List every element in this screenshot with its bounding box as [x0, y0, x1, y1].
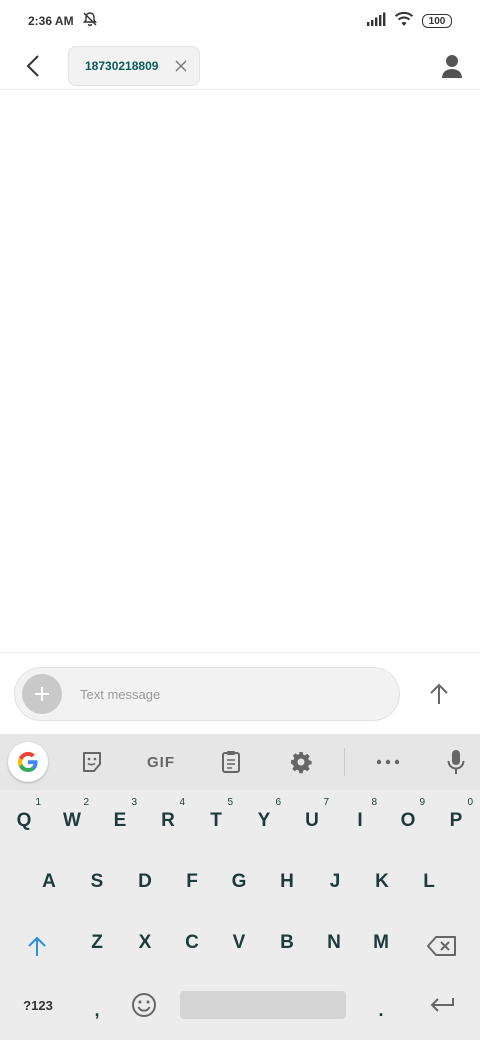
- key-q[interactable]: 1Q: [1, 794, 47, 846]
- status-time: 2:36 AM: [28, 14, 74, 28]
- comma-key[interactable]: ,: [74, 984, 120, 1036]
- attach-button[interactable]: [22, 674, 62, 714]
- backspace-icon: [427, 936, 456, 956]
- conversation-area: [0, 91, 480, 652]
- status-right: 100: [366, 11, 452, 32]
- key-j[interactable]: J: [312, 856, 358, 908]
- symbols-key[interactable]: ?123: [14, 979, 62, 1031]
- key-m[interactable]: M: [358, 917, 404, 969]
- key-s[interactable]: S: [74, 856, 120, 908]
- backspace-key[interactable]: [418, 920, 466, 972]
- key-n[interactable]: N: [311, 917, 357, 969]
- gif-button[interactable]: GIF: [136, 742, 186, 782]
- key-row-2: A S D F G H J K L: [0, 856, 480, 914]
- spacebar[interactable]: [180, 991, 346, 1019]
- key-t[interactable]: 5T: [193, 794, 239, 846]
- key-l[interactable]: L: [406, 856, 452, 908]
- key-row-1: 1Q 2W 3E 4R 5T 6Y 7U 8I 9O 0P: [0, 794, 480, 852]
- key-k[interactable]: K: [359, 856, 405, 908]
- key-row-3: Z X C V B N M: [0, 917, 480, 975]
- wifi-icon: [394, 11, 414, 32]
- person-icon: [442, 54, 462, 78]
- key-i[interactable]: 8I: [337, 794, 383, 846]
- clipboard-icon: [222, 751, 240, 773]
- key-b[interactable]: B: [264, 917, 310, 969]
- close-icon: [175, 60, 187, 71]
- more-horizontal-icon: [376, 759, 400, 765]
- app-header: 18730218809: [0, 42, 480, 90]
- key-w[interactable]: 2W: [49, 794, 95, 846]
- emoji-key[interactable]: [121, 979, 167, 1031]
- compose-box: [14, 667, 400, 721]
- google-search-button[interactable]: [8, 742, 48, 782]
- key-r[interactable]: 4R: [145, 794, 191, 846]
- key-g[interactable]: G: [216, 856, 262, 908]
- emoji-icon: [132, 993, 156, 1017]
- enter-icon: [430, 998, 454, 1012]
- google-icon: [17, 751, 38, 773]
- shift-key[interactable]: [14, 920, 60, 972]
- remove-recipient-button[interactable]: [171, 56, 191, 76]
- key-d[interactable]: D: [122, 856, 168, 908]
- plus-icon: [35, 687, 49, 701]
- key-h[interactable]: H: [264, 856, 310, 908]
- key-f[interactable]: F: [169, 856, 215, 908]
- recipient-number: 18730218809: [85, 58, 159, 73]
- sticker-button[interactable]: [72, 742, 112, 782]
- back-arrow-icon: [26, 54, 39, 77]
- key-o[interactable]: 9O: [385, 794, 431, 846]
- compose-bar: [0, 652, 480, 734]
- more-options-button[interactable]: [368, 742, 408, 782]
- status-left: 2:36 AM: [28, 11, 98, 32]
- key-v[interactable]: V: [216, 917, 262, 969]
- key-x[interactable]: X: [122, 917, 168, 969]
- notifications-off-icon: [82, 11, 98, 32]
- key-y[interactable]: 6Y: [241, 794, 287, 846]
- status-bar: 2:36 AM 100: [0, 0, 480, 42]
- microphone-icon: [447, 750, 465, 774]
- key-p[interactable]: 0P: [433, 794, 479, 846]
- keyboard-settings-button[interactable]: [281, 742, 321, 782]
- keyboard: GIF 1Q 2W 3E 4R 5T 6Y 7U 8I 9O 0P A S D …: [0, 734, 480, 1040]
- message-input[interactable]: [80, 674, 399, 714]
- voice-input-button[interactable]: [436, 742, 476, 782]
- recipient-chip[interactable]: 18730218809: [68, 45, 200, 86]
- keyboard-toolbar: GIF: [0, 734, 480, 790]
- toolbar-divider: [344, 748, 345, 776]
- key-a[interactable]: A: [26, 856, 72, 908]
- period-key[interactable]: .: [358, 984, 404, 1036]
- back-button[interactable]: [14, 46, 54, 86]
- battery-icon: 100: [422, 14, 452, 28]
- key-u[interactable]: 7U: [289, 794, 335, 846]
- clipboard-button[interactable]: [211, 742, 251, 782]
- send-button[interactable]: [420, 675, 458, 713]
- arrow-up-icon: [430, 683, 448, 704]
- sticker-icon: [83, 752, 101, 772]
- contact-button[interactable]: [436, 50, 468, 82]
- gear-icon: [291, 752, 312, 774]
- key-c[interactable]: C: [169, 917, 215, 969]
- signal-icon: [366, 12, 386, 31]
- shift-arrow-icon: [28, 936, 46, 956]
- enter-key[interactable]: [418, 979, 466, 1031]
- key-e[interactable]: 3E: [97, 794, 143, 846]
- key-z[interactable]: Z: [74, 917, 120, 969]
